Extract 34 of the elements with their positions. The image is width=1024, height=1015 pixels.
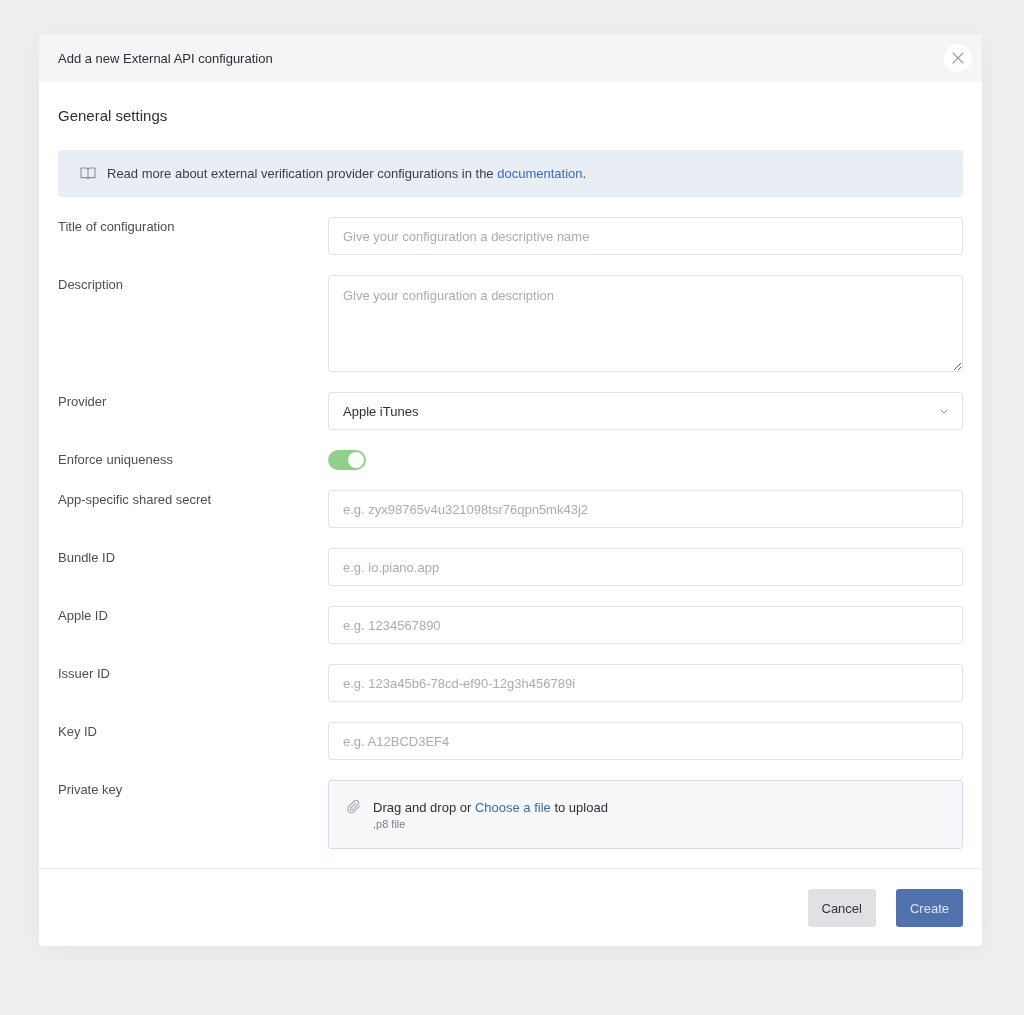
chevron-down-icon (940, 408, 948, 414)
text-area[interactable]: Give your configuration a description (328, 275, 963, 372)
field-label: Bundle ID (58, 549, 117, 567)
toggle-switch[interactable] (328, 450, 366, 470)
field-label: Apple ID (58, 607, 109, 625)
close-button[interactable] (944, 44, 972, 72)
documentation-link[interactable]: documentation (497, 166, 583, 181)
section-heading: General settings (58, 106, 169, 126)
book-icon (80, 167, 96, 180)
create-button[interactable]: Create (895, 889, 963, 927)
select-dropdown[interactable]: Apple iTunes (328, 392, 963, 430)
text-input[interactable]: e.g. io.piano.app (328, 548, 963, 586)
info-text: Read more about external verification provider configurations in the documentation. (107, 166, 587, 181)
upload-prompt: Drag and drop or Choose a file to upload (373, 798, 608, 817)
field-label: Title of configuration (58, 218, 176, 236)
text-input[interactable]: Give your configuration a descriptive name (328, 217, 963, 255)
file-type-hint: .p8 file (373, 816, 407, 831)
choose-file-link[interactable]: Choose a file (474, 799, 551, 815)
close-icon (952, 52, 964, 64)
file-dropzone[interactable]: Drag and drop or Choose a file to upload .p8 file (328, 780, 963, 849)
text-input[interactable]: e.g. zyx98765v4u321098tsr76qpn5mk43j2 (328, 490, 963, 528)
cancel-button[interactable]: Cancel (807, 889, 876, 927)
text-input[interactable]: e.g. A12BCD3EF4 (328, 722, 963, 760)
paperclip-icon (347, 799, 361, 814)
field-label: Issuer ID (58, 665, 111, 683)
field-label: App-specific shared secret (58, 491, 213, 509)
field-label: Description (58, 276, 125, 294)
field-label: Provider (58, 393, 108, 411)
field-label: Enforce uniqueness (58, 451, 174, 469)
field-label: Key ID (58, 723, 98, 741)
field-label: Private key (58, 781, 124, 799)
text-input[interactable]: e.g. 123a45b6-78cd-ef90-12g3h456789i (328, 664, 963, 702)
text-input[interactable]: e.g. 1234567890 (328, 606, 963, 644)
dialog-title: Add a new External API configuration (58, 50, 273, 66)
